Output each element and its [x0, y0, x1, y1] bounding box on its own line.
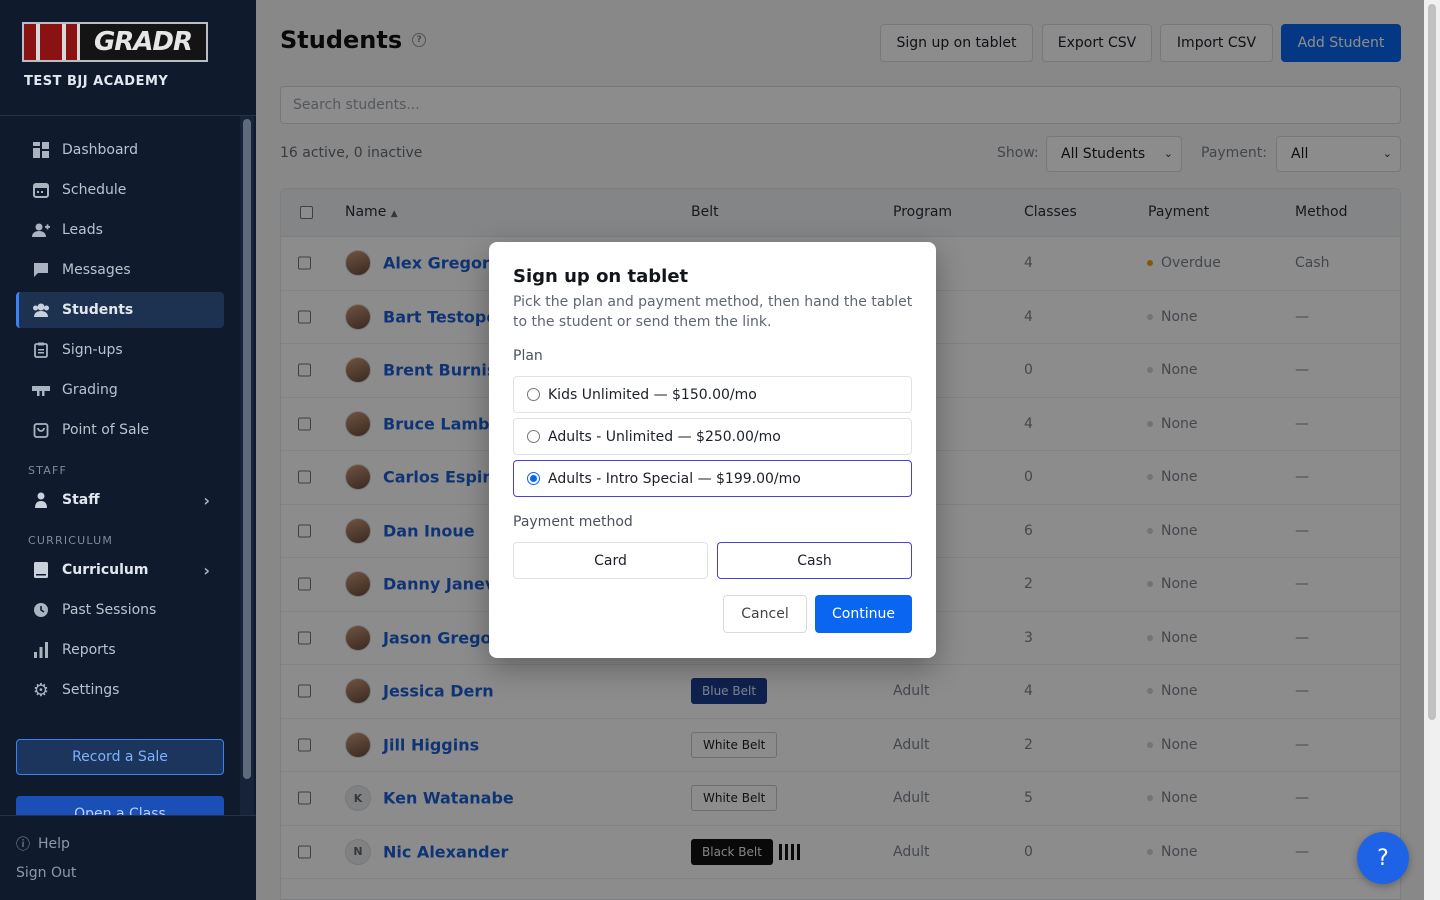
help-fab-button[interactable]: ? [1357, 832, 1409, 884]
sidebar-item-leads[interactable]: Leads [16, 212, 224, 248]
payment-method-label: Payment method [513, 514, 633, 530]
sidebar: GRADR TEST BJJ ACADEMY Dashboard Schedul… [0, 0, 256, 900]
logo-text: GRADR [93, 27, 193, 57]
sidebar-item-messages[interactable]: Messages [16, 252, 224, 288]
cancel-button[interactable]: Cancel [723, 595, 807, 633]
sidebar-item-dashboard[interactable]: Dashboard [16, 132, 224, 168]
sidebar-item-schedule[interactable]: Schedule [16, 172, 224, 208]
user-plus-icon [32, 221, 50, 239]
sidebar-item-label: Dashboard [62, 142, 138, 158]
gear-icon: ⚙ [32, 679, 50, 701]
continue-button[interactable]: Continue [815, 595, 912, 633]
clipboard-icon [32, 341, 50, 359]
sidebar-footer: ⓘ Help Sign Out [0, 815, 256, 900]
sidebar-item-label: Messages [62, 262, 131, 278]
belt-icon [32, 381, 50, 399]
sidebar-item-sign-ups[interactable]: Sign-ups [16, 332, 224, 368]
sidebar-item-reports[interactable]: Reports [16, 632, 224, 668]
record-sale-button[interactable]: Record a Sale [16, 739, 224, 775]
sidebar-item-label: Settings [62, 682, 120, 698]
plan-radio[interactable] [527, 388, 540, 401]
sidebar-item-label: Staff [62, 492, 100, 508]
chat-icon [32, 261, 50, 279]
sidebar-item-students[interactable]: Students [16, 292, 224, 328]
person-icon [32, 491, 50, 509]
sidebar-nav: Dashboard Schedule Leads Messages Studen… [16, 132, 224, 712]
payment-cash-button[interactable]: Cash [717, 542, 912, 579]
modal-description: Pick the plan and payment method, then h… [513, 294, 913, 330]
sign-up-tablet-modal: Sign up on tablet Pick the plan and paym… [489, 242, 936, 658]
help-link[interactable]: ⓘ Help [16, 834, 70, 854]
clock-icon [32, 601, 50, 619]
grid-icon [32, 141, 50, 159]
page-scrollbar[interactable] [1424, 0, 1440, 900]
plan-label: Plan [513, 348, 543, 364]
sidebar-item-point-of-sale[interactable]: Point of Sale [16, 412, 224, 448]
sidebar-item-label: Point of Sale [62, 422, 150, 438]
sidebar-item-label: Curriculum [62, 562, 149, 578]
bar-chart-icon [32, 641, 50, 659]
plan-option-kids-unlimited[interactable]: Kids Unlimited — $150.00/mo [513, 376, 912, 413]
plan-option-adults-intro-special[interactable]: Adults - Intro Special — $199.00/mo [513, 460, 912, 497]
sidebar-item-staff[interactable]: Staff › [16, 482, 224, 518]
section-label-staff: STAFF [28, 463, 68, 477]
plan-radio-selected[interactable] [527, 472, 540, 485]
plan-radio[interactable] [527, 430, 540, 443]
academy-name: TEST BJJ ACADEMY [24, 74, 169, 89]
calendar-icon [32, 181, 50, 199]
sidebar-item-grading[interactable]: Grading [16, 372, 224, 408]
book-icon [32, 561, 50, 579]
modal-title: Sign up on tablet [513, 266, 689, 287]
chevron-right-icon: › [203, 560, 210, 580]
chevron-right-icon: › [203, 490, 210, 510]
sidebar-item-label: Students [62, 302, 134, 318]
sign-out-link[interactable]: Sign Out [16, 865, 76, 881]
bag-icon [32, 421, 50, 439]
sidebar-item-curriculum[interactable]: Curriculum › [16, 552, 224, 588]
payment-card-button[interactable]: Card [513, 542, 708, 579]
sidebar-item-label: Grading [62, 382, 118, 398]
section-label-curriculum: CURRICULUM [28, 533, 114, 547]
sidebar-scrollbar-thumb[interactable] [243, 119, 251, 779]
sidebar-item-settings[interactable]: ⚙ Settings [16, 672, 224, 708]
help-circle-icon: ⓘ [16, 837, 30, 853]
sidebar-item-label: Past Sessions [62, 602, 157, 618]
sidebar-item-label: Schedule [62, 182, 127, 198]
sidebar-item-label: Sign-ups [62, 342, 123, 358]
gradr-logo[interactable]: GRADR [22, 22, 208, 62]
sidebar-item-label: Reports [62, 642, 116, 658]
sidebar-item-label: Leads [62, 222, 103, 238]
sidebar-item-past-sessions[interactable]: Past Sessions [16, 592, 224, 628]
plan-option-adults-unlimited[interactable]: Adults - Unlimited — $250.00/mo [513, 418, 912, 455]
users-icon [32, 301, 50, 319]
